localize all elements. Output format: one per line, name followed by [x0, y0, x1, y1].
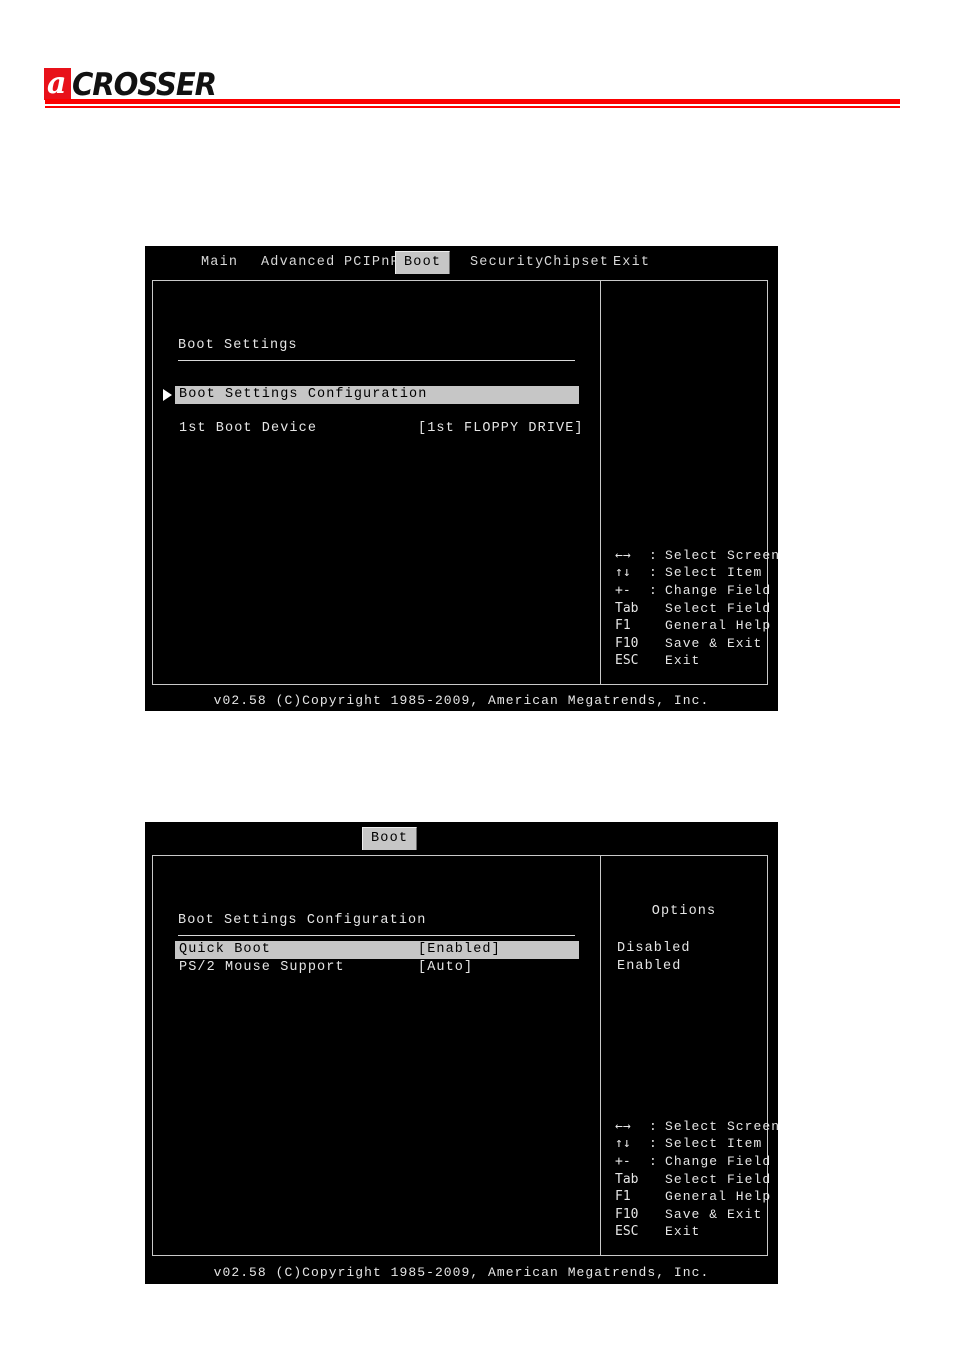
bios-menu-bar: Boot [145, 822, 778, 854]
bios-settings-pane: Boot Settings Configuration Quick Boot [E… [153, 856, 600, 1255]
key-legend-action: General Help [665, 618, 772, 634]
key-legend-key: +- [615, 1154, 631, 1170]
key-legend-separator: : [649, 583, 658, 599]
key-legend-row: F10 Save & Exit [615, 635, 780, 653]
key-legend-row: +-: Change Field [615, 582, 780, 600]
key-legend-row: ←→: Select Screen [615, 1118, 780, 1136]
key-legend-action: General Help [665, 1189, 772, 1205]
key-legend: ←→: Select Screen ↑↓: Select Item +-: Change … [615, 1118, 780, 1241]
submenu-caret-icon [163, 389, 172, 401]
bios-footer: v02.58 (C)Copyright 1985-2009, American … [213, 1265, 710, 1280]
key-legend-row: ESC Exit [615, 652, 780, 670]
menu-tab-main[interactable]: Main [192, 251, 247, 275]
settings-row[interactable]: PS/2 Mouse Support [Auto] [175, 959, 579, 977]
key-legend-separator: : [649, 1154, 658, 1170]
section-divider [178, 360, 575, 361]
bios-content-frame: Boot Settings Configuration Quick Boot [E… [152, 855, 779, 1256]
logo-mark-letter: a [47, 68, 66, 100]
key-legend-action: Change Field [665, 1154, 772, 1170]
settings-row[interactable]: Boot Settings Configuration [175, 386, 579, 404]
header-rule-thin [45, 106, 900, 108]
key-legend-key: F10 [615, 635, 639, 651]
menu-tab-boot[interactable]: Boot [395, 251, 451, 274]
section-divider [178, 935, 575, 936]
settings-row-value[interactable]: [Enabled] [418, 942, 501, 957]
menu-tab-advanced[interactable]: Advanced [252, 251, 344, 275]
key-legend-row: F1 General Help [615, 617, 780, 635]
menu-tab-boot[interactable]: Boot [362, 827, 418, 850]
key-legend-key: ESC [615, 1224, 639, 1240]
key-legend-separator: : [649, 565, 658, 581]
key-legend-key: F10 [615, 1206, 639, 1222]
key-legend-row: ESC Exit [615, 1223, 780, 1241]
key-legend-row: Tab Select Field [615, 1171, 780, 1189]
key-legend-row: F1 General Help [615, 1188, 780, 1206]
key-legend-action: Select Item [665, 1136, 763, 1152]
settings-row-label: Quick Boot [179, 942, 272, 957]
bios-footer: v02.58 (C)Copyright 1985-2009, American … [213, 693, 710, 708]
options-title: Options [651, 904, 717, 919]
section-title: Boot Settings [178, 338, 298, 353]
key-legend-key: ↑↓ [615, 1136, 631, 1152]
key-legend-action: Select Item [665, 565, 763, 581]
header-rule-thick [45, 99, 900, 104]
key-legend: ←→: Select Screen ↑↓: Select Item +-: Change … [615, 547, 780, 670]
section-title: Boot Settings Configuration [178, 913, 427, 928]
logo-wordmark: CROSSER [72, 67, 217, 103]
key-legend-key: Tab [615, 1171, 639, 1187]
bios-help-pane: ←→: Select Screen ↑↓: Select Item +-: Change … [601, 281, 779, 684]
key-legend-action: Exit [665, 653, 701, 669]
menu-tab-exit[interactable]: Exit [604, 251, 659, 275]
options-item[interactable]: Disabled [617, 941, 691, 956]
key-legend-action: Save & Exit [665, 1206, 763, 1222]
key-legend-row: Tab Select Field [615, 600, 780, 618]
key-legend-key: +- [615, 583, 631, 599]
bios-screen-boot-settings-configuration: Boot Boot Settings Configuration Quick B… [145, 822, 779, 1284]
acrosser-logo: a CROSSER [44, 66, 225, 103]
settings-row-label: PS/2 Mouse Support [179, 960, 345, 975]
key-legend-row: F10 Save & Exit [615, 1206, 780, 1224]
settings-row-value[interactable]: [1st FLOPPY DRIVE] [418, 421, 584, 436]
key-legend-action: Select Screen [665, 1118, 781, 1134]
key-legend-separator: : [649, 1118, 658, 1134]
key-legend-action: Select Screen [665, 547, 781, 563]
key-legend-row: ↑↓: Select Item [615, 1135, 780, 1153]
settings-row[interactable]: Quick Boot [Enabled] [175, 941, 579, 959]
settings-row-label: Boot Settings Configuration [179, 387, 428, 402]
key-legend-separator: : [649, 1136, 658, 1152]
bios-screen-boot-settings: Main Advanced PCIPnP Boot Security Chipset Exi… [145, 246, 779, 711]
key-legend-key: F1 [615, 618, 631, 634]
key-legend-row: +-: Change Field [615, 1153, 780, 1171]
bios-menu-bar: Main Advanced PCIPnP Boot Security Chipset Exi… [145, 246, 778, 278]
bios-settings-pane: Boot Settings Boot Settings Configuratio… [153, 281, 600, 684]
key-legend-row: ←→: Select Screen [615, 547, 780, 565]
key-legend-action: Change Field [665, 583, 772, 599]
bios-help-pane: Options Disabled Enabled ←→: Select Screen ↑… [601, 856, 779, 1255]
key-legend-separator: : [649, 547, 658, 563]
bios-content-frame: Boot Settings Boot Settings Configuratio… [152, 280, 779, 685]
key-legend-action: Save & Exit [665, 635, 763, 651]
key-legend-key: ESC [615, 653, 639, 669]
key-legend-key: ←→ [615, 1118, 631, 1134]
key-legend-key: ↑↓ [615, 565, 631, 581]
key-legend-row: ↑↓: Select Item [615, 564, 780, 582]
page-header: a CROSSER [0, 0, 954, 120]
settings-row-value[interactable]: [Auto] [418, 960, 473, 975]
key-legend-action: Select Field [665, 600, 772, 616]
options-item[interactable]: Enabled [617, 959, 681, 974]
settings-row[interactable]: 1st Boot Device [1st FLOPPY DRIVE] [175, 420, 583, 438]
key-legend-key: Tab [615, 600, 639, 616]
key-legend-key: ←→ [615, 547, 631, 563]
key-legend-key: F1 [615, 1189, 631, 1205]
key-legend-action: Select Field [665, 1171, 772, 1187]
key-legend-action: Exit [665, 1224, 701, 1240]
logo-mark-icon: a [44, 68, 71, 100]
settings-row-label: 1st Boot Device [179, 421, 318, 436]
